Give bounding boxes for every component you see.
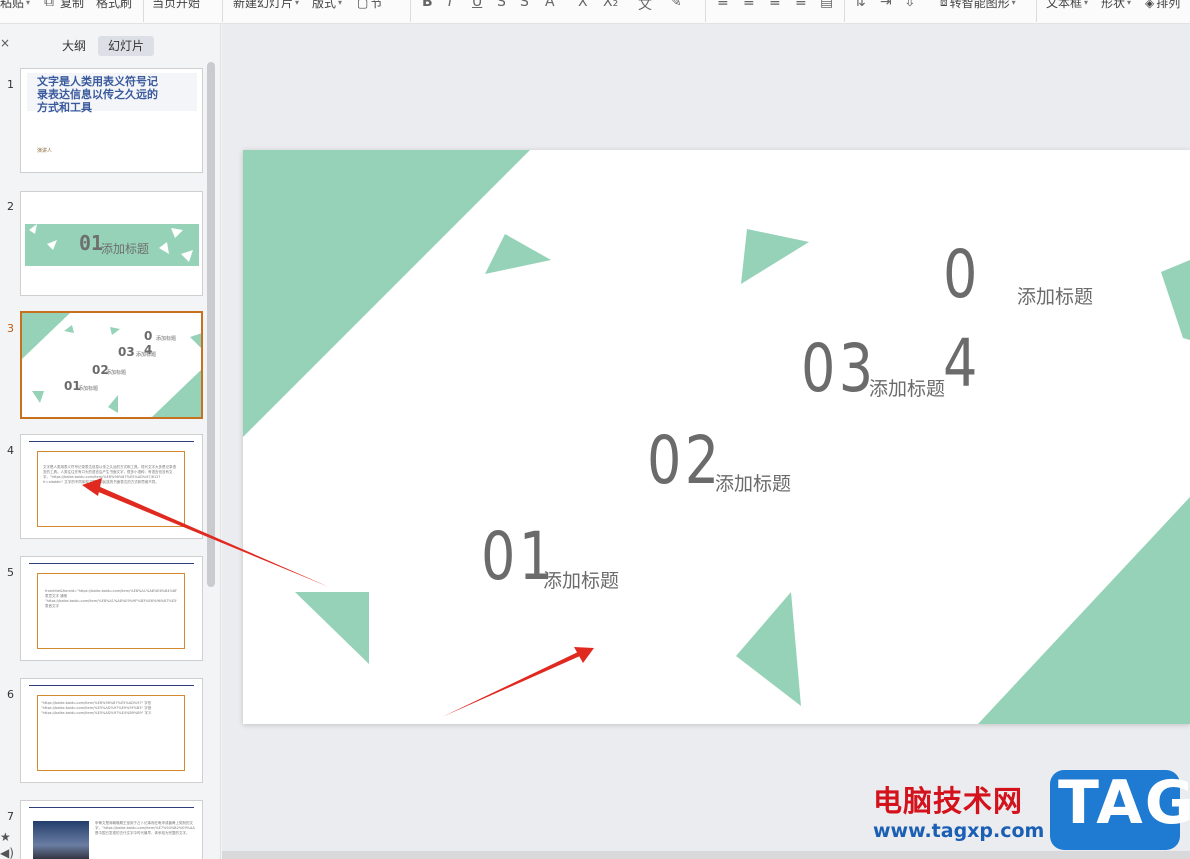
body-text: 甲骨文是商朝晚期王室用于占卜记事而在龟甲或兽骨上契刻的文字，"https://b… bbox=[95, 821, 195, 835]
star-icon[interactable]: ★ bbox=[0, 830, 11, 844]
slide-title: 文字是人类用表义符号记录表达信息以传之久远的方式和工具 bbox=[37, 75, 158, 114]
slide-canvas[interactable]: 0 添加标题 03 添加标题 4 02 添加标题 01 添加标题 bbox=[243, 150, 1190, 724]
align-left-icon[interactable]: ≡ bbox=[717, 0, 729, 10]
header-rule bbox=[29, 807, 194, 808]
new-slide-button[interactable]: 新建幻灯片 ▾ bbox=[233, 0, 299, 11]
item-label: 添加标题 bbox=[156, 336, 177, 342]
close-pane-icon[interactable]: × bbox=[0, 36, 10, 50]
header-rule bbox=[29, 685, 194, 686]
slide-thumbnail-5[interactable]: fromtitle&fromid="https://baike.baidu.co… bbox=[20, 556, 203, 661]
convert-smartart-button[interactable]: ⧈ 转智能图形 ▾ bbox=[940, 0, 1016, 11]
item-number: 4 bbox=[144, 343, 153, 357]
italic-icon[interactable]: I bbox=[448, 0, 452, 10]
header-rule bbox=[29, 441, 194, 442]
distribute-icon[interactable]: ▤ bbox=[820, 0, 833, 10]
slide-number: 3 bbox=[7, 322, 14, 335]
watermark-site-name: 电脑技术网 bbox=[873, 784, 1024, 818]
toolbar-separator bbox=[705, 0, 706, 22]
item-number[interactable]: 0 bbox=[943, 236, 981, 313]
section-button[interactable]: ▢ 节 bbox=[357, 0, 382, 11]
superscript-icon[interactable]: X bbox=[578, 0, 588, 10]
header-rule bbox=[29, 563, 194, 564]
section-title: 添加标题 bbox=[101, 242, 150, 256]
item-number: 03 bbox=[118, 345, 135, 359]
item-number[interactable]: 03 bbox=[801, 330, 876, 407]
phonetic-icon[interactable]: 文 bbox=[638, 0, 652, 14]
toolbar-separator bbox=[143, 0, 144, 22]
arrange-button[interactable]: ◈ 排列 bbox=[1145, 0, 1180, 11]
slide-number: 6 bbox=[7, 688, 14, 701]
item-number: 0 bbox=[144, 329, 153, 343]
slide-number: 7 bbox=[7, 810, 14, 823]
horizontal-scrollbar[interactable] bbox=[222, 851, 1190, 859]
item-label: 添加标题 bbox=[106, 370, 127, 376]
author-label: 演讲人 bbox=[37, 148, 53, 154]
ribbon-toolbar: 粘贴 ▾ ⧉ 复制 格式刷 当页开始 新建幻灯片 ▾ 版式 ▾ ▢ 节 B I U S … bbox=[0, 0, 1190, 24]
strikethrough-icon[interactable]: S bbox=[497, 0, 506, 10]
slide-thumbnail-7[interactable]: 甲骨文是商朝晚期王室用于占卜记事而在龟甲或兽骨上契刻的文字，"https://b… bbox=[20, 800, 203, 859]
align-right-icon[interactable]: ≡ bbox=[769, 0, 781, 10]
shadow-icon[interactable]: S bbox=[520, 0, 529, 10]
slide-number: 1 bbox=[7, 78, 14, 91]
item-title[interactable]: 添加标题 bbox=[869, 374, 945, 401]
tab-outline[interactable]: 大纲 bbox=[52, 36, 96, 56]
item-number[interactable]: 4 bbox=[943, 325, 981, 402]
toolbar-separator bbox=[222, 0, 223, 22]
body-text: fromtitle&fromid="https://baike.baidu.co… bbox=[45, 589, 177, 608]
highlight-icon[interactable]: ✎ bbox=[670, 0, 682, 10]
textbox-button[interactable]: 文本框 ▾ bbox=[1046, 0, 1088, 11]
slide-number: 5 bbox=[7, 566, 14, 579]
toolbar-separator bbox=[844, 0, 845, 22]
item-label: 添加标题 bbox=[78, 386, 99, 392]
paste-button[interactable]: 粘贴 ▾ bbox=[0, 0, 30, 11]
body-text: "https://baike.baidu.com/item/%E6%96%87%… bbox=[41, 701, 152, 715]
thumbnail-scrollbar[interactable] bbox=[207, 62, 215, 587]
tab-slides[interactable]: 幻灯片 bbox=[98, 36, 155, 56]
slide-thumbnail-1[interactable]: 文字是人类用表义符号记录表达信息以传之久远的方式和工具 演讲人 bbox=[20, 68, 203, 173]
paragraph-spacing-icon[interactable]: ⇳ bbox=[904, 0, 916, 10]
pane-tabs: × 大纲 幻灯片 bbox=[0, 24, 220, 60]
slide-thumbnail-6[interactable]: "https://baike.baidu.com/item/%E6%96%87%… bbox=[20, 678, 203, 783]
section-number: 01 bbox=[79, 231, 104, 255]
decor-triangles bbox=[22, 313, 201, 417]
slide-thumbnail-4[interactable]: 文字是人类用表义符号记录表达信息以传之久远的方式和工具。现代文字大多是记录语言的… bbox=[20, 434, 203, 539]
body-text: 文字是人类用表义符号记录表达信息以传之久远的方式和工具。现代文字大多是记录语言的… bbox=[43, 465, 176, 484]
slide-thumbnail-3[interactable]: 0 添加标题 03 添加标题 4 02 添加标题 01 添加标题 bbox=[20, 311, 203, 419]
copy-icon[interactable]: ⧉ bbox=[44, 0, 54, 10]
start-from-current-button[interactable]: 当页开始 bbox=[152, 0, 200, 11]
slide-number: 2 bbox=[7, 200, 14, 213]
toolbar-separator bbox=[410, 0, 411, 22]
shape-button[interactable]: 形状 ▾ bbox=[1101, 0, 1131, 11]
slide-image bbox=[33, 821, 89, 859]
bold-icon[interactable]: B bbox=[422, 0, 433, 10]
slide-thumbnail-pane: × 大纲 幻灯片 1 文字是人类用表义符号记录表达信息以传之久远的方式和工具 演… bbox=[0, 24, 221, 859]
section-icon: ▢ bbox=[357, 0, 369, 10]
indent-icon[interactable]: ⇥ bbox=[880, 0, 892, 10]
arrange-icon: ◈ bbox=[1145, 0, 1155, 10]
watermark-url: www.tagxp.com bbox=[873, 820, 1045, 842]
copy-button[interactable]: 复制 bbox=[60, 0, 84, 11]
layout-button[interactable]: 版式 ▾ bbox=[312, 0, 342, 11]
line-spacing-icon[interactable]: ⇅ bbox=[854, 0, 866, 10]
item-number[interactable]: 02 bbox=[647, 422, 722, 499]
speaker-icon[interactable]: ◀) bbox=[0, 846, 14, 859]
slide-thumbnail-2[interactable]: 01 添加标题 bbox=[20, 191, 203, 296]
item-title[interactable]: 添加标题 bbox=[543, 566, 619, 593]
font-color-icon[interactable]: A bbox=[545, 0, 555, 10]
toolbar-separator bbox=[1036, 0, 1037, 22]
item-title[interactable]: 添加标题 bbox=[715, 469, 791, 496]
watermark-badge-text: TAG bbox=[1058, 768, 1190, 838]
slide-number: 4 bbox=[7, 444, 14, 457]
item-title[interactable]: 添加标题 bbox=[1017, 282, 1093, 309]
underline-icon[interactable]: U bbox=[472, 0, 482, 10]
smartart-icon: ⧈ bbox=[940, 0, 948, 9]
format-painter-button[interactable]: 格式刷 bbox=[96, 0, 132, 11]
justify-icon[interactable]: ≡ bbox=[795, 0, 807, 10]
align-center-icon[interactable]: ≡ bbox=[743, 0, 755, 10]
subscript-icon[interactable]: X₂ bbox=[603, 0, 618, 10]
